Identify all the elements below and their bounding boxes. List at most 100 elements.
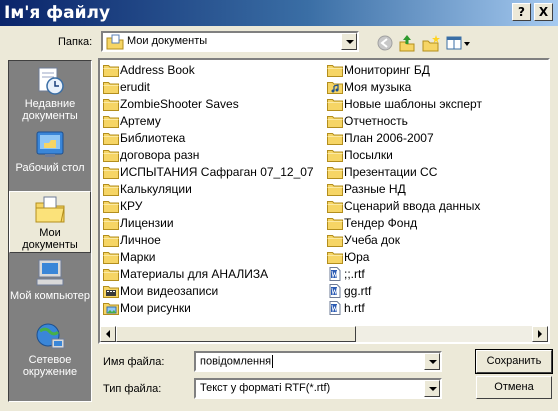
folder-icon	[103, 268, 119, 281]
views-menu-icon[interactable]	[445, 34, 471, 52]
folder-icon	[327, 166, 343, 179]
filename-label: Имя файла:	[103, 356, 165, 368]
folder-icon	[327, 98, 343, 111]
scroll-thumb[interactable]	[116, 326, 356, 342]
file-item[interactable]: Учеба док	[327, 232, 400, 249]
text-caret	[272, 355, 274, 368]
rtf-document-icon	[329, 300, 341, 315]
folder-icon	[327, 183, 343, 196]
file-item-label: Юра	[344, 250, 370, 264]
file-item-label: Отчетность	[344, 114, 408, 128]
look-in-dropdown-button[interactable]	[341, 33, 357, 50]
pictures-folder-icon	[103, 302, 119, 315]
file-item[interactable]: Лицензии	[103, 215, 174, 232]
place-recent-documents[interactable]: Недавние документы	[9, 63, 91, 125]
place-my-documents[interactable]: Мои документы	[9, 191, 91, 253]
place-network[interactable]: Сетевое окружение	[9, 319, 91, 381]
cancel-button[interactable]: Отмена	[476, 376, 552, 399]
file-item[interactable]: ;;.rtf	[327, 266, 365, 283]
filename-value: повідомлення	[200, 355, 272, 368]
file-item-label: Библиотека	[120, 131, 186, 145]
file-item-label: Учеба док	[344, 233, 400, 247]
folder-icon	[103, 217, 119, 230]
scroll-left-button[interactable]	[100, 326, 116, 342]
help-button[interactable]: ?	[512, 3, 531, 21]
file-item[interactable]: Тендер Фонд	[327, 215, 417, 232]
file-item[interactable]: Презентации СС	[327, 164, 437, 181]
file-item[interactable]: Артему	[103, 113, 161, 130]
folder-icon	[327, 115, 343, 128]
file-item[interactable]: Мои видеозаписи	[103, 283, 218, 300]
folder-icon	[327, 217, 343, 230]
filetype-dropdown-button[interactable]	[424, 380, 440, 397]
file-item[interactable]: Разные НД	[327, 181, 406, 198]
up-folder-icon[interactable]	[397, 34, 417, 52]
file-item-label: Address Book	[120, 63, 195, 77]
file-item[interactable]: Юра	[327, 249, 369, 266]
scroll-right-button[interactable]	[532, 326, 548, 342]
file-item[interactable]: Материалы для АНАЛИЗА	[103, 266, 268, 283]
file-item-label: Новые шаблоны эксперт	[344, 97, 482, 111]
arrow-left-icon	[106, 330, 110, 338]
folder-icon	[327, 234, 343, 247]
place-desktop[interactable]: Рабочий стол	[9, 127, 91, 189]
place-my-computer[interactable]: Мой компьютер	[9, 255, 91, 317]
folder-icon	[103, 251, 119, 264]
network-icon	[36, 323, 65, 349]
file-item[interactable]: Марки	[103, 249, 155, 266]
file-item[interactable]: Отчетность	[327, 113, 408, 130]
file-item[interactable]: ИСПЫТАНИЯ Сафраган 07_12_07	[103, 164, 314, 181]
file-item-label: ИСПЫТАНИЯ Сафраган 07_12_07	[120, 165, 314, 179]
look-in-label: Папка:	[58, 36, 93, 48]
back-icon[interactable]	[375, 34, 395, 52]
file-item[interactable]: договора разн	[103, 147, 199, 164]
save-button[interactable]: Сохранить	[475, 349, 553, 374]
file-item[interactable]: Моя музыка	[327, 79, 411, 96]
file-item[interactable]: Мои рисунки	[103, 300, 191, 317]
folder-icon	[103, 64, 119, 77]
file-item[interactable]: gg.rtf	[327, 283, 371, 300]
folder-icon	[103, 149, 119, 162]
horizontal-scrollbar[interactable]	[100, 326, 548, 342]
close-button[interactable]: X	[534, 3, 553, 21]
new-folder-icon[interactable]	[421, 34, 441, 52]
file-item[interactable]: erudit	[103, 79, 150, 96]
file-item-label: Артему	[120, 114, 161, 128]
file-item-label: Личное	[120, 233, 161, 247]
file-item-label: Материалы для АНАЛИЗА	[120, 267, 269, 281]
window-title: Ім'я файлу	[4, 3, 111, 23]
file-item-label: Презентации СС	[344, 165, 438, 179]
file-item[interactable]: Калькуляции	[103, 181, 192, 198]
places-bar: Недавние документы Рабочий стол Мои доку…	[8, 60, 92, 402]
file-item[interactable]: Библиотека	[103, 130, 185, 147]
file-item[interactable]: Посылки	[327, 147, 393, 164]
file-item-label: erudit	[120, 80, 151, 94]
file-item-label: КРУ	[120, 199, 143, 213]
filename-dropdown-button[interactable]	[424, 353, 440, 370]
file-item-label: Моя музыка	[344, 80, 412, 94]
folder-icon	[327, 64, 343, 77]
file-item[interactable]: ZombieShooter Saves	[103, 96, 239, 113]
file-item[interactable]: Мониторинг БД	[327, 62, 430, 79]
filename-field[interactable]: повідомлення	[194, 351, 442, 372]
file-item[interactable]: h.rtf	[327, 300, 365, 317]
file-item-label: План 2006-2007	[344, 131, 434, 145]
file-item[interactable]: План 2006-2007	[327, 130, 434, 147]
filename-input-text: повідомлення	[200, 355, 274, 368]
file-item-label: gg.rtf	[344, 284, 372, 298]
file-item[interactable]: Новые шаблоны эксперт	[327, 96, 482, 113]
look-in-combo[interactable]: Мои документы	[101, 31, 359, 52]
file-item[interactable]: Сценарий ввода данных	[327, 198, 480, 215]
rtf-document-icon	[329, 283, 341, 298]
file-item-label: Марки	[120, 250, 156, 264]
file-item-label: договора разн	[120, 148, 200, 162]
file-item[interactable]: Address Book	[103, 62, 195, 79]
file-list[interactable]: Address Book erudit ZombieShooter Saves Арт…	[98, 58, 550, 344]
place-label: Сетевое окружение	[22, 354, 78, 378]
folder-icon	[103, 132, 119, 145]
file-item[interactable]: Личное	[103, 232, 161, 249]
file-item[interactable]: КРУ	[103, 198, 142, 215]
folder-icon	[103, 115, 119, 128]
filetype-combo[interactable]: Текст у форматі RTF(*.rtf)	[194, 378, 442, 399]
file-item-label: Калькуляции	[120, 182, 192, 196]
